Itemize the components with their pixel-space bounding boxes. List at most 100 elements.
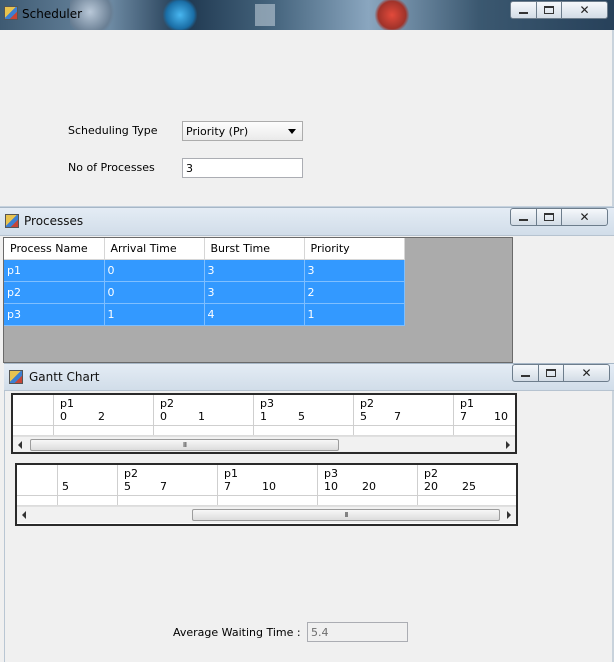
gantt-cell: p3 1 5 <box>253 395 353 425</box>
gantt-spacer-cell <box>53 426 153 435</box>
gantt-end-time: 7 <box>160 480 167 493</box>
num-processes-input[interactable]: 3 <box>182 158 303 178</box>
gantt-maximize-button[interactable] <box>538 364 564 382</box>
gantt-spacer-cell <box>353 426 453 435</box>
column-header-burst-time[interactable]: Burst Time <box>204 238 305 260</box>
scroll-right-icon[interactable] <box>507 511 511 519</box>
processes-window-title: Processes <box>24 214 84 228</box>
column-header-process-name[interactable]: Process Name <box>4 238 105 260</box>
gantt-cell-blank <box>13 395 53 425</box>
cell-burst-time[interactable]: 3 <box>204 281 305 304</box>
gantt-2-horizontal-scrollbar[interactable]: III <box>17 506 516 523</box>
table-row[interactable]: p2 0 3 2 <box>4 281 405 304</box>
gantt-minimize-button[interactable] <box>512 364 539 382</box>
scrollbar-thumb[interactable]: III <box>30 439 339 451</box>
gantt-spacer-cell <box>317 496 417 505</box>
cell-burst-time[interactable]: 3 <box>204 259 305 282</box>
gantt-window-title: Gantt Chart <box>29 370 100 384</box>
gantt-spacer-cell <box>57 496 117 505</box>
gantt-cell: p1 7 10 <box>217 465 317 495</box>
processes-close-button[interactable]: ✕ <box>561 208 608 226</box>
scrollbar-thumb[interactable]: III <box>192 509 500 521</box>
column-header-arrival-time[interactable]: Arrival Time <box>104 238 205 260</box>
title-bar-decoration <box>255 4 275 26</box>
gantt-close-button[interactable]: ✕ <box>563 364 610 382</box>
app-icon[interactable] <box>4 6 18 20</box>
main-caption-buttons: ✕ <box>510 1 608 19</box>
app-icon[interactable] <box>9 370 23 384</box>
scroll-left-icon[interactable] <box>22 511 26 519</box>
gantt-1-horizontal-scrollbar[interactable]: III <box>13 436 515 452</box>
gantt-spacer-cell <box>417 496 516 505</box>
close-icon: ✕ <box>579 210 590 224</box>
gantt-spacer-cell <box>13 426 53 435</box>
processes-minimize-button[interactable] <box>510 208 537 226</box>
cell-process-name[interactable]: p3 <box>4 303 105 326</box>
app-icon[interactable] <box>5 214 19 228</box>
maximize-icon <box>546 369 556 377</box>
cell-priority[interactable]: 3 <box>304 259 405 282</box>
gantt-end-time: 10 <box>494 410 508 423</box>
main-window-title: Scheduler <box>22 7 83 21</box>
cell-burst-time[interactable]: 4 <box>204 303 305 326</box>
gantt-end-time: 25 <box>462 480 476 493</box>
gantt-spacer-cell <box>153 426 253 435</box>
scheduling-type-dropdown[interactable]: Priority (Pr) <box>182 121 303 141</box>
scroll-left-icon[interactable] <box>18 441 22 449</box>
gantt-caption-buttons: ✕ <box>512 364 610 382</box>
gantt-cell: p2 5 7 <box>117 465 217 495</box>
gantt-process-name: p1 <box>460 397 474 410</box>
gantt-end-time: 5 <box>298 410 305 423</box>
num-processes-label: No of Processes <box>68 161 155 174</box>
gantt-end-time: 2 <box>98 410 105 423</box>
cell-priority[interactable]: 2 <box>304 281 405 304</box>
table-row[interactable]: p3 1 4 1 <box>4 303 405 326</box>
maximize-icon <box>544 213 554 221</box>
processes-maximize-button[interactable] <box>536 208 562 226</box>
gantt-start-time: 5 <box>360 410 367 423</box>
num-processes-value: 3 <box>186 161 193 175</box>
gantt-chart-1[interactable]: p1 0 2 p2 0 1 p3 1 5 p2 5 7 p1 7 10 III <box>11 393 517 454</box>
scheduling-type-value: Priority (Pr) <box>186 124 249 138</box>
cell-arrival-time[interactable]: 0 <box>104 259 205 282</box>
title-bar-decoration <box>160 0 200 30</box>
processes-grid[interactable]: Process Name Arrival Time Burst Time Pri… <box>3 237 513 363</box>
gantt-process-name: p2 <box>124 467 138 480</box>
main-close-button[interactable]: ✕ <box>561 1 608 19</box>
processes-table: Process Name Arrival Time Burst Time Pri… <box>4 238 405 326</box>
average-waiting-time-label: Average Waiting Time : <box>173 626 301 639</box>
gantt-chart-2[interactable]: 5 p2 5 7 p1 7 10 p3 10 20 p2 20 25 III <box>15 463 518 526</box>
gantt-cell: p1 7 10 <box>453 395 515 425</box>
close-icon: ✕ <box>581 366 592 380</box>
gantt-process-name: p1 <box>224 467 238 480</box>
table-row[interactable]: p1 0 3 3 <box>4 259 405 282</box>
cell-priority[interactable]: 1 <box>304 303 405 326</box>
gantt-start-time: 0 <box>160 410 167 423</box>
gantt-cell <box>17 465 57 495</box>
grip-icon: III <box>182 441 187 449</box>
gantt-spacer-cell <box>17 496 57 505</box>
gantt-process-name: p2 <box>160 397 174 410</box>
cell-arrival-time[interactable]: 1 <box>104 303 205 326</box>
gantt-start-time: 5 <box>62 480 69 493</box>
gantt-spacer-cell <box>453 426 515 435</box>
cell-arrival-time[interactable]: 0 <box>104 281 205 304</box>
main-minimize-button[interactable] <box>510 1 537 19</box>
gantt-cell: p2 0 1 <box>153 395 253 425</box>
column-header-priority[interactable]: Priority <box>304 238 405 260</box>
minimize-icon <box>519 11 528 14</box>
cell-process-name[interactable]: p1 <box>4 259 105 282</box>
scroll-right-icon[interactable] <box>506 441 510 449</box>
cell-process-name[interactable]: p2 <box>4 281 105 304</box>
average-waiting-time-value: 5.4 <box>311 625 329 639</box>
gantt-row: 5 p2 5 7 p1 7 10 p3 10 20 p2 20 25 <box>17 465 516 496</box>
gantt-end-time: 1 <box>198 410 205 423</box>
average-waiting-time-field[interactable]: 5.4 <box>307 622 408 642</box>
main-maximize-button[interactable] <box>536 1 562 19</box>
gantt-start-time: 0 <box>60 410 67 423</box>
gantt-start-time: 20 <box>424 480 438 493</box>
gantt-row: p1 0 2 p2 0 1 p3 1 5 p2 5 7 p1 7 10 <box>13 395 515 426</box>
maximize-icon <box>544 6 554 14</box>
gantt-cell: p1 0 2 <box>53 395 153 425</box>
close-icon: ✕ <box>579 3 590 17</box>
